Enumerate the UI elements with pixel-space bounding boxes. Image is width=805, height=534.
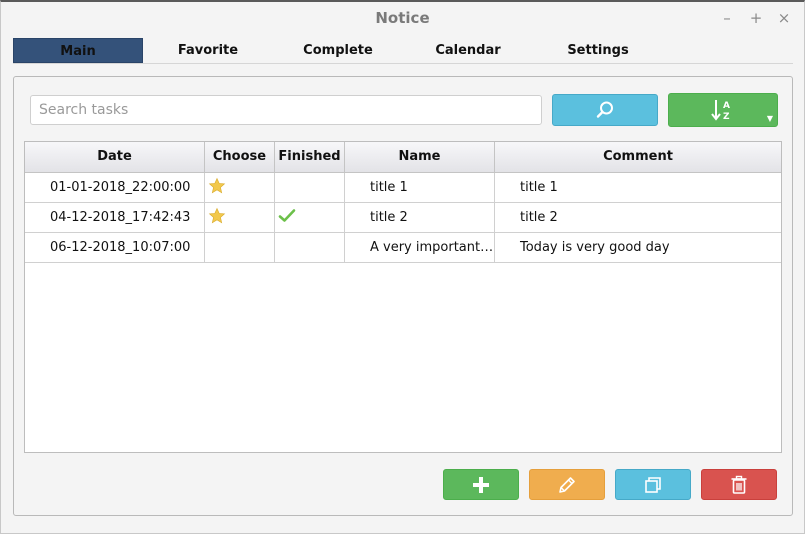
window-title: Notice: [375, 9, 430, 27]
tab-bar: Main Favorite Complete Calendar Settings: [13, 38, 793, 64]
svg-text:Z: Z: [723, 112, 730, 122]
column-header-comment[interactable]: Comment: [495, 142, 781, 172]
table-header: Date Choose Finished Name Comment: [25, 142, 781, 173]
finished-cell[interactable]: [275, 233, 345, 262]
search-icon: [596, 101, 613, 118]
comment-cell: Today is very good day: [520, 240, 670, 255]
column-header-name[interactable]: Name: [345, 142, 495, 172]
comment-cell: title 1: [520, 180, 558, 195]
choose-cell[interactable]: [205, 173, 275, 202]
trash-icon: [731, 475, 747, 494]
search-input[interactable]: [30, 95, 542, 125]
table-row[interactable]: 06-12-2018_10:07:00 A very important… To…: [25, 233, 781, 263]
table-row[interactable]: 04-12-2018_17:42:43 title 2 title 2: [25, 203, 781, 233]
finished-cell[interactable]: [275, 203, 345, 232]
add-task-button[interactable]: [443, 469, 519, 500]
column-header-finished[interactable]: Finished: [275, 142, 345, 172]
sort-alpha-icon: A Z: [711, 100, 730, 122]
date-cell: 01-01-2018_22:00:00: [25, 173, 205, 202]
main-panel: A Z ▼ Date Choose Finished Name Comment …: [13, 76, 793, 516]
edit-task-button[interactable]: [529, 469, 605, 500]
pencil-icon: [559, 476, 575, 493]
table-row[interactable]: 01-01-2018_22:00:00 title 1 title 1: [25, 173, 781, 203]
sort-dropdown-button[interactable]: A Z ▼: [668, 93, 778, 127]
star-icon: [208, 177, 226, 195]
tab-calendar[interactable]: Calendar: [403, 38, 533, 63]
column-header-choose[interactable]: Choose: [205, 142, 275, 172]
delete-task-button[interactable]: [701, 469, 777, 500]
finished-cell[interactable]: [275, 173, 345, 202]
svg-text:A: A: [723, 101, 730, 111]
tab-complete[interactable]: Complete: [273, 38, 403, 63]
title-bar[interactable]: Notice – + ×: [1, 2, 804, 34]
app-window: Notice – + × Main Favorite Complete Cale…: [0, 0, 805, 534]
name-cell: title 2: [345, 203, 495, 232]
minimize-button[interactable]: –: [717, 8, 737, 28]
star-icon: [208, 207, 226, 225]
maximize-button[interactable]: +: [746, 8, 766, 28]
choose-cell[interactable]: [205, 233, 275, 262]
close-button[interactable]: ×: [774, 8, 794, 28]
date-cell: 06-12-2018_10:07:00: [25, 233, 205, 262]
tab-main[interactable]: Main: [13, 38, 143, 63]
checkmark-icon: [278, 207, 296, 225]
name-cell: A very important…: [345, 233, 495, 262]
copy-icon: [645, 476, 661, 493]
search-button[interactable]: [552, 94, 658, 126]
name-cell: title 1: [345, 173, 495, 202]
copy-task-button[interactable]: [615, 469, 691, 500]
plus-icon: [473, 476, 489, 493]
comment-cell: title 2: [520, 210, 558, 225]
chevron-down-icon: ▼: [766, 114, 773, 123]
date-cell: 04-12-2018_17:42:43: [25, 203, 205, 232]
tab-favorite[interactable]: Favorite: [143, 38, 273, 63]
tasks-table: Date Choose Finished Name Comment 01-01-…: [24, 141, 782, 453]
tab-settings[interactable]: Settings: [533, 38, 663, 63]
column-header-date[interactable]: Date: [25, 142, 205, 172]
choose-cell[interactable]: [205, 203, 275, 232]
